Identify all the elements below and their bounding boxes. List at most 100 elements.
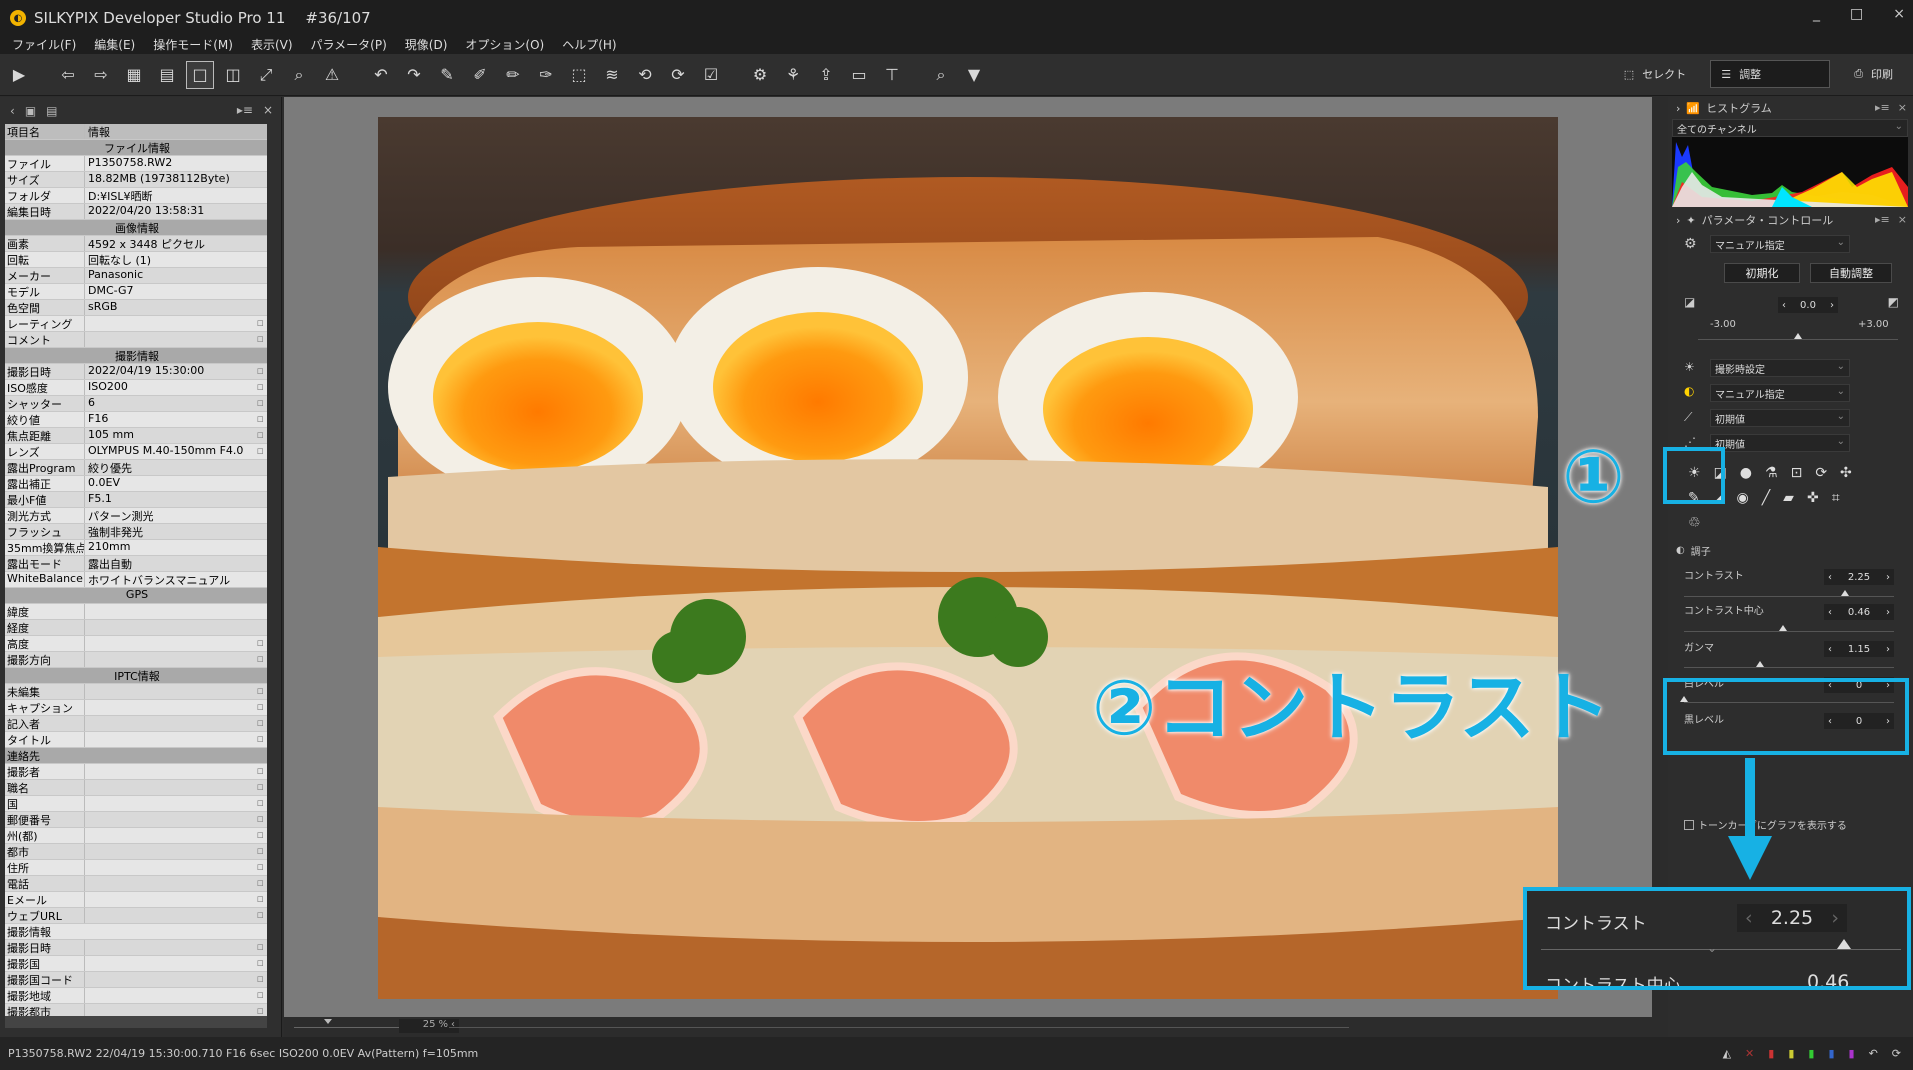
edit-marker-icon[interactable]: ▫	[257, 860, 264, 873]
panel-close-icon[interactable]: ×	[1898, 213, 1907, 226]
color-label-yellow-icon[interactable]: ▮	[1788, 1047, 1794, 1060]
info-row[interactable]: 未編集 ▫	[5, 684, 267, 700]
edit-marker-icon[interactable]: ▫	[257, 1004, 264, 1016]
brush-icon[interactable]: ✏	[499, 61, 527, 89]
info-row[interactable]: 露出モード 露出自動	[5, 556, 267, 572]
menu-view[interactable]: 表示(V)	[251, 36, 293, 54]
sharpness-select[interactable]: 初期値 ⌄	[1710, 434, 1850, 452]
panel-menu-icon[interactable]: ▸≡	[237, 103, 253, 117]
contrast-center-slider-thumb[interactable]	[1779, 625, 1787, 631]
info-row[interactable]: 絞り値 F16 ▫	[5, 412, 267, 428]
contrast-slider-thumb[interactable]	[1841, 590, 1849, 596]
info-value[interactable]: ▫	[85, 1004, 267, 1016]
info-row[interactable]: 高度 ▫	[5, 636, 267, 652]
compare-view-icon[interactable]: ◫	[219, 61, 247, 89]
info-row[interactable]: 緯度	[5, 604, 267, 620]
info-row[interactable]: 最小F値 F5.1	[5, 492, 267, 508]
noise-tool-icon[interactable]: ✣	[1840, 465, 1852, 481]
image-preview[interactable]	[284, 97, 1652, 1017]
info-value[interactable]: DMC-G7	[85, 284, 267, 299]
info-value[interactable]: ▫	[85, 988, 267, 1003]
prev-image-icon[interactable]: ⇦	[54, 61, 82, 89]
lens-tool-icon[interactable]: ⟳	[1815, 465, 1827, 481]
edit-marker-icon[interactable]: ▫	[257, 732, 264, 745]
histogram-header[interactable]: › 📶 ヒストグラム ▸≡ ×	[1668, 97, 1913, 119]
preview-photo[interactable]	[378, 117, 1558, 999]
info-value[interactable]: ▫	[85, 764, 267, 779]
info-value[interactable]: 210mm	[85, 540, 267, 555]
color-label-red-icon[interactable]: ▮	[1768, 1047, 1774, 1060]
recycle-tool-icon[interactable]: ♲	[1688, 515, 1701, 531]
layers-icon[interactable]: ≋	[598, 61, 626, 89]
info-value[interactable]: 105 mm ▫	[85, 428, 267, 443]
filter-icon[interactable]: ▼	[960, 61, 988, 89]
info-row[interactable]: 撮影国コード ▫	[5, 972, 267, 988]
info-row[interactable]: ウェブURL ▫	[5, 908, 267, 924]
info-row[interactable]: 露出補正 0.0EV	[5, 476, 267, 492]
info-row[interactable]: Eメール ▫	[5, 892, 267, 908]
edit-marker-icon[interactable]: ▫	[257, 844, 264, 857]
expand-icon[interactable]: ›	[1676, 214, 1680, 227]
panel-menu-icon[interactable]: ▸≡	[1875, 213, 1890, 226]
maximize-button[interactable]: □	[1850, 6, 1863, 22]
info-value[interactable]: ▫	[85, 652, 267, 667]
info-value[interactable]: 18.82MB (19738112Byte)	[85, 172, 267, 187]
color-select[interactable]: 初期値 ⌄	[1710, 409, 1850, 427]
info-row[interactable]: コメント ▫	[5, 332, 267, 348]
edit-marker-icon[interactable]: ▫	[257, 812, 264, 825]
auto-adjust-button[interactable]: 自動調整	[1810, 263, 1892, 283]
initialize-button[interactable]: 初期化	[1724, 263, 1800, 283]
info-row[interactable]: フォルダ D:¥ISL¥晒断	[5, 188, 267, 204]
info-row[interactable]: 35mm換算焦点 210mm	[5, 540, 267, 556]
preset-select[interactable]: マニュアル指定 ⌄	[1710, 235, 1850, 253]
edit-marker-icon[interactable]: ▫	[257, 828, 264, 841]
info-row[interactable]: 色空間 sRGB	[5, 300, 267, 316]
info-value[interactable]: ▫	[85, 812, 267, 827]
frame-tool-icon[interactable]: ⊡	[1791, 465, 1803, 481]
info-value[interactable]	[85, 604, 267, 619]
monitor-icon[interactable]: ▭	[845, 61, 873, 89]
info-value[interactable]: OLYMPUS M.40-150mm F4.0 ▫	[85, 444, 267, 459]
edit-marker-icon[interactable]: ▫	[257, 796, 264, 809]
info-value[interactable]: 強制非発光	[85, 524, 267, 539]
edit-marker-icon[interactable]: ▫	[257, 988, 264, 1001]
exposure-slider-thumb[interactable]	[1794, 333, 1802, 339]
exposure-auto-icon[interactable]: ◩	[1888, 295, 1899, 309]
tonecurve-checkbox[interactable]	[1684, 819, 1694, 830]
channel-select[interactable]: 全てのチャンネル ⌄	[1672, 119, 1908, 137]
pen-tool-icon[interactable]: ╱	[1762, 490, 1770, 506]
hue-tool-icon[interactable]: ⚗	[1765, 465, 1778, 481]
panel-close-icon[interactable]: ×	[1898, 101, 1907, 114]
panel-menu-icon[interactable]: ▸≡	[1875, 101, 1890, 114]
warning-icon[interactable]: ⚠	[318, 61, 346, 89]
info-row[interactable]: 職名 ▫	[5, 780, 267, 796]
menu-file[interactable]: ファイル(F)	[12, 36, 76, 54]
info-value[interactable]: 露出自動	[85, 556, 267, 571]
info-row[interactable]: 記入者 ▫	[5, 716, 267, 732]
info-row[interactable]: 測光方式 パターン測光	[5, 508, 267, 524]
info-value[interactable]: 2022/04/19 15:30:00 ▫	[85, 364, 267, 379]
refresh-icon[interactable]: ⟳	[1892, 1047, 1901, 1060]
color-label-purple-icon[interactable]: ▮	[1849, 1047, 1855, 1060]
white-balance-select[interactable]: 撮影時設定 ⌄	[1710, 359, 1850, 377]
info-value[interactable]: パターン測光	[85, 508, 267, 523]
color-label-green-icon[interactable]: ▮	[1808, 1047, 1814, 1060]
info-row[interactable]: 住所 ▫	[5, 860, 267, 876]
info-row[interactable]: 撮影日時 2022/04/19 15:30:00 ▫	[5, 364, 267, 380]
thumbnail-view-icon[interactable]: ▦	[120, 61, 148, 89]
info-row[interactable]: 撮影情報	[5, 924, 267, 940]
preview-vertical-scrollbar[interactable]	[1652, 97, 1668, 1017]
info-value[interactable]: ▫	[85, 316, 267, 331]
info-horizontal-scrollbar[interactable]	[5, 1016, 267, 1028]
single-view-icon[interactable]: □	[186, 60, 214, 89]
zoom-input[interactable]: 25% ‹	[399, 1019, 459, 1033]
eraser-tool-icon[interactable]: ▰	[1783, 490, 1794, 506]
info-value[interactable]: ▫	[85, 940, 267, 955]
next-image-icon[interactable]: ⇨	[87, 61, 115, 89]
copy-param-icon[interactable]: ✎	[433, 61, 461, 89]
info-value[interactable]: 絞り優先	[85, 460, 267, 475]
info-row[interactable]: 露出Program 絞り優先	[5, 460, 267, 476]
eraser-icon[interactable]: ✑	[532, 61, 560, 89]
collapse-left-icon[interactable]: ‹	[10, 104, 15, 118]
info-value[interactable]: ISO200 ▫	[85, 380, 267, 395]
